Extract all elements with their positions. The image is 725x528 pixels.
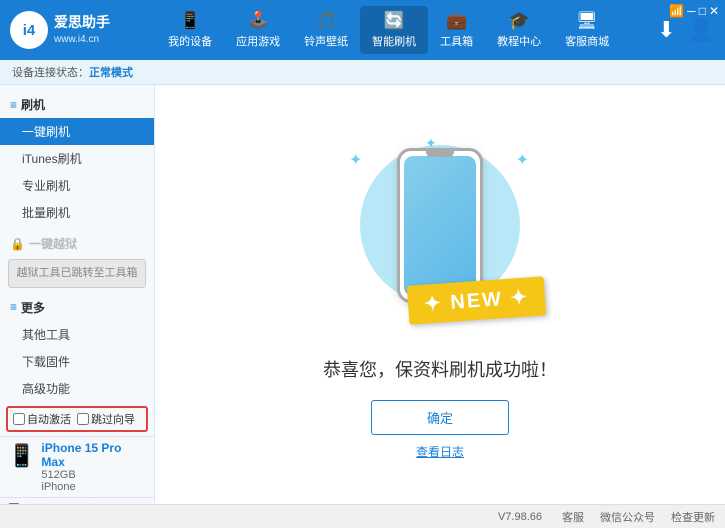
phone-notch [426,151,454,157]
stop-itunes-label[interactable]: 阻止iTunes运行 [8,501,148,505]
content-area: ✦ ✦ ✦ ✦ NEW ✦ 恭喜您，保资料刷机成功啦！ 确定 查看日志 [155,85,725,504]
flash-section-title: ≡ 刷机 [0,91,154,118]
auto-activate-section: 自动激活 跳过向导 [0,402,154,436]
stop-itunes-checkbox[interactable] [8,503,20,505]
guide-activation-label[interactable]: 跳过向导 [77,411,135,427]
auto-activate-label[interactable]: 自动激活 [13,411,71,427]
view-log-link[interactable]: 查看日志 [416,443,464,460]
more-section-icon: ≡ [10,300,17,314]
sidebar-item-itunes-flash[interactable]: iTunes刷机 [0,145,154,172]
device-name: iPhone 15 Pro Max [41,441,148,469]
device-phone-icon: 📱 [8,443,35,469]
nav-bar: 📱 我的设备 🕹️ 应用游戏 🎵 铃声壁纸 🔄 智能刷机 💼 工具箱 🎓 教程中… [128,6,649,54]
jailbreak-disabled-box: 越狱工具已跳转至工具箱 [8,259,146,288]
header-right-controls: 📶 ─ □ ✕ ⬇ 👤 [657,17,715,43]
wifi-icon: 📶 [669,4,684,18]
confirm-button[interactable]: 确定 [371,400,509,435]
logo-icon-text: i4 [23,22,36,39]
maximize-icon[interactable]: □ [699,4,706,18]
device-type: iPhone [41,481,148,493]
sidebar-item-pro-flash[interactable]: 专业刷机 [0,172,154,199]
nav-toolbox[interactable]: 💼 工具箱 [428,6,485,54]
device-storage: 512GB [41,469,148,481]
auto-activate-row: 自动激活 跳过向导 [6,406,148,432]
nav-my-device-label: 我的设备 [168,33,212,49]
guide-activation-checkbox[interactable] [77,413,89,425]
phone-body [397,148,483,303]
version-text: V7.98.66 [498,511,542,523]
nav-my-device[interactable]: 📱 我的设备 [156,6,224,54]
footer-link-service[interactable]: 客服 [562,509,584,525]
logo-text-block: 爱思助手 www.i4.cn [54,13,110,47]
lock-icon: 🔒 [10,237,25,251]
logo: i4 爱思助手 www.i4.cn [10,11,120,49]
nav-toolbox-label: 工具箱 [440,33,473,49]
minimize-icon[interactable]: ─ [687,4,696,18]
more-section-title: ≡ 更多 [0,294,154,321]
main-area: ≡ 刷机 一键刷机 iTunes刷机 专业刷机 批量刷机 🔒 一键越狱 越狱工具… [0,85,725,504]
nav-smart-flash-label: 智能刷机 [372,33,416,49]
phone-illustration: ✦ ✦ ✦ ✦ NEW ✦ [335,130,545,340]
nav-services[interactable]: 🖥 客服商城 [553,6,621,54]
footer-link-wechat[interactable]: 微信公众号 [600,509,655,525]
footer: V7.98.66 客服 微信公众号 检查更新 [0,504,725,528]
close-icon[interactable]: ✕ [709,4,719,18]
device-info-section: 📱 iPhone 15 Pro Max 512GB iPhone [0,436,154,497]
flash-section-icon: ≡ [10,98,17,112]
more-section: ≡ 更多 其他工具 下载固件 高级功能 [0,292,154,402]
header: i4 爱思助手 www.i4.cn 📱 我的设备 🕹️ 应用游戏 🎵 铃声壁纸 … [0,0,725,60]
nav-apps-games[interactable]: 🕹️ 应用游戏 [224,6,292,54]
app-subtitle: www.i4.cn [54,33,110,47]
stop-itunes-row: 阻止iTunes运行 [0,497,154,505]
nav-apps-label: 应用游戏 [236,33,280,49]
jailbreak-section: 🔒 一键越狱 越狱工具已跳转至工具箱 [0,226,154,292]
sparkle-right-icon: ✦ [516,150,529,170]
status-mode: 正常模式 [89,67,133,79]
sidebar: ≡ 刷机 一键刷机 iTunes刷机 专业刷机 批量刷机 🔒 一键越狱 越狱工具… [0,85,155,504]
nav-ringtones-label: 铃声壁纸 [304,33,348,49]
jailbreak-section-title: 🔒 一键越狱 [0,230,154,257]
status-bar: 设备连接状态：正常模式 [0,60,725,85]
status-prefix: 设备连接状态： [12,67,89,79]
nav-tutorials[interactable]: 🎓 教程中心 [485,6,553,54]
flash-section: ≡ 刷机 一键刷机 iTunes刷机 专业刷机 批量刷机 [0,85,154,226]
footer-link-update[interactable]: 检查更新 [671,509,715,525]
phone-screen [404,156,476,296]
new-label-text: NEW [449,288,503,314]
auto-activate-checkbox[interactable] [13,413,25,425]
user-icon[interactable]: 👤 [688,17,715,43]
nav-my-device-icon: 📱 [179,11,200,31]
window-controls: 📶 ─ □ ✕ [669,4,719,18]
nav-ringtones[interactable]: 🎵 铃声壁纸 [292,6,360,54]
nav-apps-icon: 🕹️ [247,11,268,31]
success-message: 恭喜您，保资料刷机成功啦！ [323,356,557,382]
nav-tutorials-icon: 🎓 [508,11,529,31]
app-title: 爱思助手 [54,13,110,33]
nav-toolbox-icon: 💼 [446,11,467,31]
nav-services-label: 客服商城 [565,33,609,49]
nav-smart-flash-icon: 🔄 [383,11,404,31]
sidebar-item-one-key-flash[interactable]: 一键刷机 [0,118,154,145]
device-info: 📱 iPhone 15 Pro Max 512GB iPhone [8,441,148,493]
nav-services-icon: 🖥 [576,11,598,31]
sidebar-item-other-tools[interactable]: 其他工具 [0,321,154,348]
sidebar-item-advanced[interactable]: 高级功能 [0,375,154,402]
logo-circle: i4 [10,11,48,49]
nav-tutorials-label: 教程中心 [497,33,541,49]
download-icon[interactable]: ⬇ [657,17,675,43]
sparkle-left-icon: ✦ [349,150,362,170]
device-details: iPhone 15 Pro Max 512GB iPhone [41,441,148,493]
nav-smart-flash[interactable]: 🔄 智能刷机 [360,6,428,54]
nav-ringtones-icon: 🎵 [315,11,336,31]
sidebar-item-batch-flash[interactable]: 批量刷机 [0,199,154,226]
sidebar-item-download-fw[interactable]: 下载固件 [0,348,154,375]
